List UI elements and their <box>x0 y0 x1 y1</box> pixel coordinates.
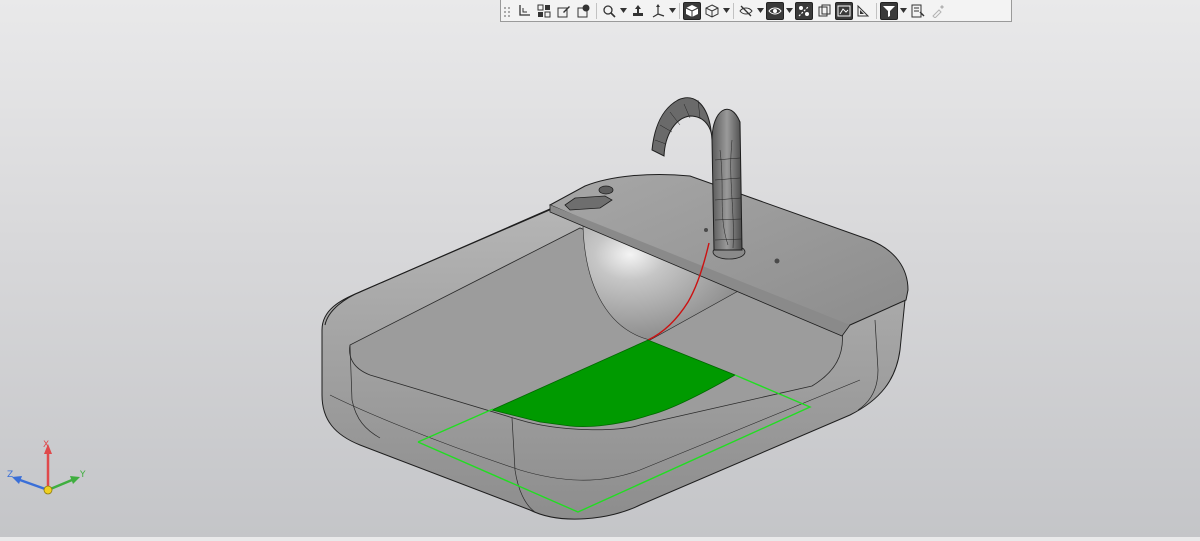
pan-button[interactable] <box>629 2 647 20</box>
shaded-with-edges-button[interactable] <box>683 1 701 20</box>
edit-icon <box>557 5 570 17</box>
axis-triad: X Y Z <box>0 430 100 510</box>
chevron-down-icon <box>900 8 907 13</box>
wireframe-dropdown-arrow[interactable] <box>722 2 731 20</box>
faucet-column[interactable] <box>711 108 743 251</box>
coordinate-system-icon <box>519 4 530 16</box>
pan-icon <box>633 4 643 16</box>
chevron-down-icon <box>757 8 764 13</box>
wireframe-button[interactable] <box>703 2 721 20</box>
display-mode-button[interactable] <box>835 1 853 20</box>
section-icon <box>798 5 810 16</box>
eyedropper-button[interactable] <box>929 2 947 20</box>
perspective-icon <box>818 4 831 16</box>
eye-icon <box>768 7 782 14</box>
mount-hole-right <box>774 258 780 264</box>
display-mode-icon <box>837 5 851 16</box>
shaded-cube-icon <box>685 4 699 17</box>
toolbar-separator <box>596 2 597 19</box>
eyedropper-icon <box>932 4 944 18</box>
chevron-down-icon <box>723 8 730 13</box>
rotate-button[interactable] <box>649 2 667 20</box>
hidden-lines-button[interactable] <box>737 2 755 20</box>
eye-slash-icon <box>739 5 753 16</box>
filter-button[interactable] <box>880 1 898 20</box>
edit-button[interactable] <box>555 2 573 20</box>
deck-hole <box>598 185 614 195</box>
mount-hole-left <box>704 228 708 232</box>
orientation-icon <box>577 4 590 17</box>
chevron-down-icon <box>786 8 793 13</box>
visibility-button[interactable] <box>766 1 784 20</box>
filter-icon <box>883 5 895 17</box>
zoom-button[interactable] <box>600 2 618 20</box>
grip-icon[interactable] <box>503 4 511 18</box>
chevron-down-icon <box>669 8 676 13</box>
rotate-axes-icon <box>652 3 665 18</box>
y-axis-arrow <box>70 476 80 484</box>
filter-dropdown-arrow[interactable] <box>899 2 908 20</box>
toolbar-separator <box>679 2 680 19</box>
toolbar-separator <box>733 2 734 19</box>
toolbar-separator <box>876 2 877 19</box>
hidden-lines-dropdown-arrow[interactable] <box>756 2 765 20</box>
layers-icon <box>857 4 870 16</box>
faucet-spout[interactable] <box>651 97 713 157</box>
properties-icon <box>911 4 925 17</box>
wireframe-cube-icon <box>705 3 719 18</box>
rotate-dropdown-arrow[interactable] <box>668 2 677 20</box>
z-axis-arrow <box>12 476 22 484</box>
3d-viewport[interactable] <box>0 0 1200 537</box>
origin-point <box>43 485 53 495</box>
view-orientation-button[interactable] <box>575 2 593 20</box>
z-axis-line <box>19 478 49 492</box>
perspective-button[interactable] <box>815 2 833 20</box>
chevron-down-icon <box>620 8 627 13</box>
y-axis-label: Y <box>79 470 86 480</box>
local-cs-button[interactable] <box>515 2 533 20</box>
model-canvas[interactable] <box>0 0 1200 537</box>
visibility-dropdown-arrow[interactable] <box>785 2 794 20</box>
z-axis-label: Z <box>7 470 13 480</box>
components-icon <box>537 4 551 17</box>
layers-button[interactable] <box>855 2 873 20</box>
view-toolbar <box>500 0 1012 22</box>
section-button[interactable] <box>795 1 813 20</box>
magnifier-icon <box>603 4 616 18</box>
components-button[interactable] <box>535 2 553 20</box>
x-axis-label: X <box>43 440 49 450</box>
properties-button[interactable] <box>909 2 927 20</box>
zoom-dropdown-arrow[interactable] <box>619 2 628 20</box>
